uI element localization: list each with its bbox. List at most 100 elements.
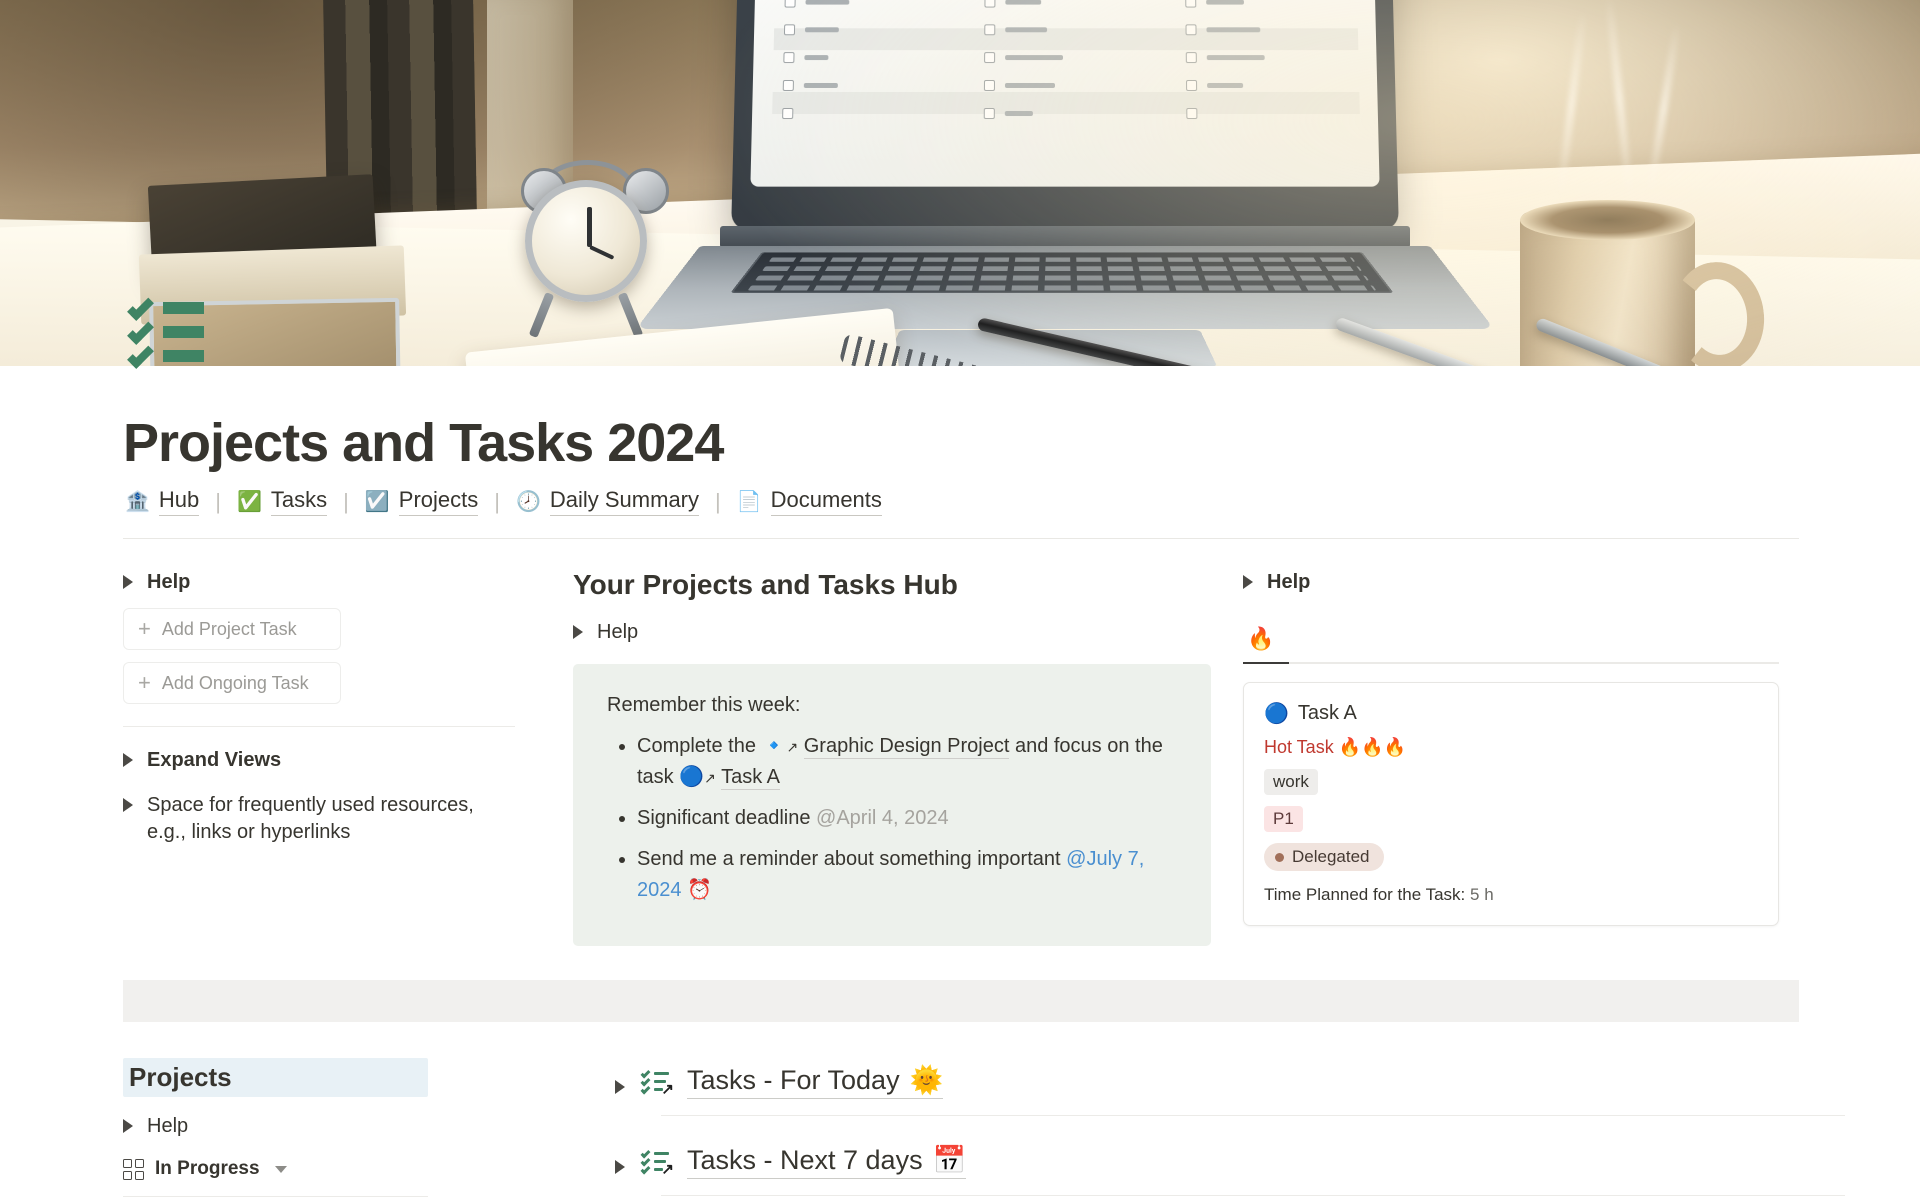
checklist-link-icon: ↗ <box>640 1148 674 1178</box>
expand-views-toggle[interactable]: Expand Views <box>123 747 515 774</box>
task-card-priority: P1 <box>1264 806 1303 833</box>
hero-laptop-hinge <box>720 226 1410 248</box>
link-arrow-icon: ↗ <box>661 1160 674 1178</box>
header-divider <box>123 538 1799 540</box>
graphic-design-project-link[interactable]: Graphic Design Project <box>803 735 1010 760</box>
projects-help-toggle[interactable]: Help <box>123 1113 515 1140</box>
breadcrumb-nav: 🏦 Hub | ✅ Tasks | ☑️ Projects | 🕗 Daily … <box>123 487 1920 517</box>
callout-item-3-text: Send me a reminder about something impor… <box>637 848 1061 871</box>
hero-banner <box>0 0 1920 366</box>
task-card-meta-value: 5 h <box>1470 885 1494 905</box>
add-ongoing-task-label: Add Ongoing Task <box>161 672 309 693</box>
bottom-section: Projects Help In Progress ↗ Tasks - For … <box>123 1058 1845 1198</box>
alarm-clock-icon: ⏰ <box>687 879 712 902</box>
nav-item-projects[interactable]: ☑️ Projects <box>363 487 480 517</box>
right-panel-column: Help 🔥 🔵 Task A Hot Task 🔥🔥🔥 work P1 Del… <box>1233 569 1779 927</box>
clock-icon: 🕗 <box>515 490 541 513</box>
callout-item-2-date[interactable]: @April 4, 2024 <box>816 807 949 829</box>
task-link-row[interactable]: ↗ Tasks - For Today 🌞 <box>615 1058 1799 1115</box>
fire-icon: 🔥 <box>1247 626 1275 652</box>
chevron-down-icon[interactable] <box>274 1165 287 1173</box>
check-mark-button-icon: ✅ <box>236 490 262 513</box>
nav-label-hub[interactable]: Hub <box>158 487 200 517</box>
bank-icon: 🏦 <box>125 490 150 513</box>
task-link-divider <box>661 1195 1845 1197</box>
nav-item-daily-summary[interactable]: 🕗 Daily Summary <box>514 487 701 517</box>
hero-mug-rim <box>1520 200 1695 240</box>
sun-with-face-icon: 🌞 <box>909 1065 944 1096</box>
nav-separator: | <box>343 488 349 514</box>
triangle-right-icon[interactable] <box>615 1159 625 1174</box>
add-project-task-button[interactable]: + Add Project Task <box>123 608 341 651</box>
triangle-right-icon[interactable] <box>573 625 583 640</box>
hero-laptop-checklist <box>750 0 1380 187</box>
sidebar-divider <box>123 726 515 728</box>
callout-item-2: Significant deadline @April 4, 2024 <box>637 803 1177 834</box>
nav-item-documents[interactable]: 📄 Documents <box>735 487 884 517</box>
tasks-for-today-label: Tasks - For Today <box>687 1064 900 1095</box>
hero-laptop-screen <box>731 0 1399 230</box>
task-link-row[interactable]: ↗ Tasks - Next 7 days 📅 <box>615 1138 1799 1195</box>
task-card-meta-label: Time Planned for the Task: <box>1264 885 1466 905</box>
triangle-right-icon[interactable] <box>1243 575 1253 590</box>
task-card-tag: work <box>1264 769 1318 796</box>
nav-separator: | <box>494 488 500 514</box>
triangle-right-icon[interactable] <box>615 1079 625 1094</box>
hero-laptop-keyboard <box>730 252 1394 294</box>
nav-label-documents[interactable]: Documents <box>770 487 882 517</box>
projects-database-column: Projects Help In Progress <box>123 1058 543 1198</box>
nav-label-daily-summary[interactable]: Daily Summary <box>549 487 700 517</box>
task-card[interactable]: 🔵 Task A Hot Task 🔥🔥🔥 work P1 Delegated … <box>1243 682 1779 927</box>
tab-hot-tasks[interactable]: 🔥 <box>1243 626 1280 662</box>
tasks-next-7-days-link[interactable]: Tasks - Next 7 days 📅 <box>687 1144 967 1180</box>
task-a-link[interactable]: Task A <box>721 766 781 791</box>
projects-help-label: Help <box>147 1115 189 1138</box>
link-arrow-icon: ↗ <box>704 770 716 787</box>
triangle-right-icon[interactable] <box>123 753 133 768</box>
add-ongoing-task-button[interactable]: + Add Ongoing Task <box>123 662 341 705</box>
hero-alarm-clock <box>525 180 647 302</box>
task-card-meta: Time Planned for the Task: 5 h <box>1264 885 1758 905</box>
right-help-toggle[interactable]: Help <box>1243 569 1779 596</box>
view-divider <box>123 1196 428 1198</box>
resources-toggle[interactable]: Space for frequently used resources, e.g… <box>123 792 515 846</box>
page-title: Projects and Tasks 2024 <box>123 413 724 473</box>
view-selector-in-progress[interactable]: In Progress <box>123 1158 515 1180</box>
triangle-right-icon[interactable] <box>123 1119 133 1134</box>
blue-circle-link-icon: 🔵 <box>679 766 705 789</box>
callout-item-2-text: Significant deadline <box>637 807 811 830</box>
left-help-toggle[interactable]: Help <box>123 569 515 596</box>
three-column-layout: Help + Add Project Task + Add Ongoing Ta… <box>123 569 1799 947</box>
expand-views-label: Expand Views <box>147 749 282 772</box>
plus-icon: + <box>138 616 151 642</box>
task-card-title[interactable]: Task A <box>1298 702 1357 725</box>
gallery-view-icon <box>123 1158 144 1180</box>
triangle-right-icon[interactable] <box>123 798 133 813</box>
page-icon: 📄 <box>736 490 762 513</box>
status-dot-icon <box>1275 852 1284 862</box>
nav-item-hub[interactable]: 🏦 Hub <box>123 487 201 517</box>
view-label: In Progress <box>155 1158 260 1180</box>
calendar-icon: 📅 <box>932 1145 967 1176</box>
page-logo-checklist-icon <box>127 294 214 387</box>
tab-underline <box>1243 662 1779 665</box>
blue-circle-icon: 🔵 <box>1264 703 1289 726</box>
right-help-label: Help <box>1267 571 1311 594</box>
main-heading: Your Projects and Tasks Hub <box>573 569 958 601</box>
left-sidebar-column: Help + Add Project Task + Add Ongoing Ta… <box>123 569 543 846</box>
task-links-column: ↗ Tasks - For Today 🌞 ↗ Tasks - Next 7 d… <box>543 1058 1845 1197</box>
task-card-status-label: Delegated <box>1292 847 1370 867</box>
task-card-hot-label: Hot Task 🔥🔥🔥 <box>1264 737 1406 758</box>
nav-separator: | <box>215 488 221 514</box>
projects-database-title[interactable]: Projects <box>123 1058 428 1098</box>
nav-label-tasks[interactable]: Tasks <box>270 487 328 517</box>
plus-icon: + <box>138 670 151 696</box>
nav-item-tasks[interactable]: ✅ Tasks <box>235 487 329 517</box>
nav-label-projects[interactable]: Projects <box>398 487 479 517</box>
tasks-for-today-link[interactable]: Tasks - For Today 🌞 <box>687 1064 944 1100</box>
triangle-right-icon[interactable] <box>123 575 133 590</box>
section-divider-bar <box>123 980 1799 1023</box>
callout-item-1-prefix: Complete the <box>637 735 756 758</box>
ballot-box-with-check-icon: ☑️ <box>364 490 390 513</box>
main-help-toggle[interactable]: Help <box>573 619 1211 646</box>
